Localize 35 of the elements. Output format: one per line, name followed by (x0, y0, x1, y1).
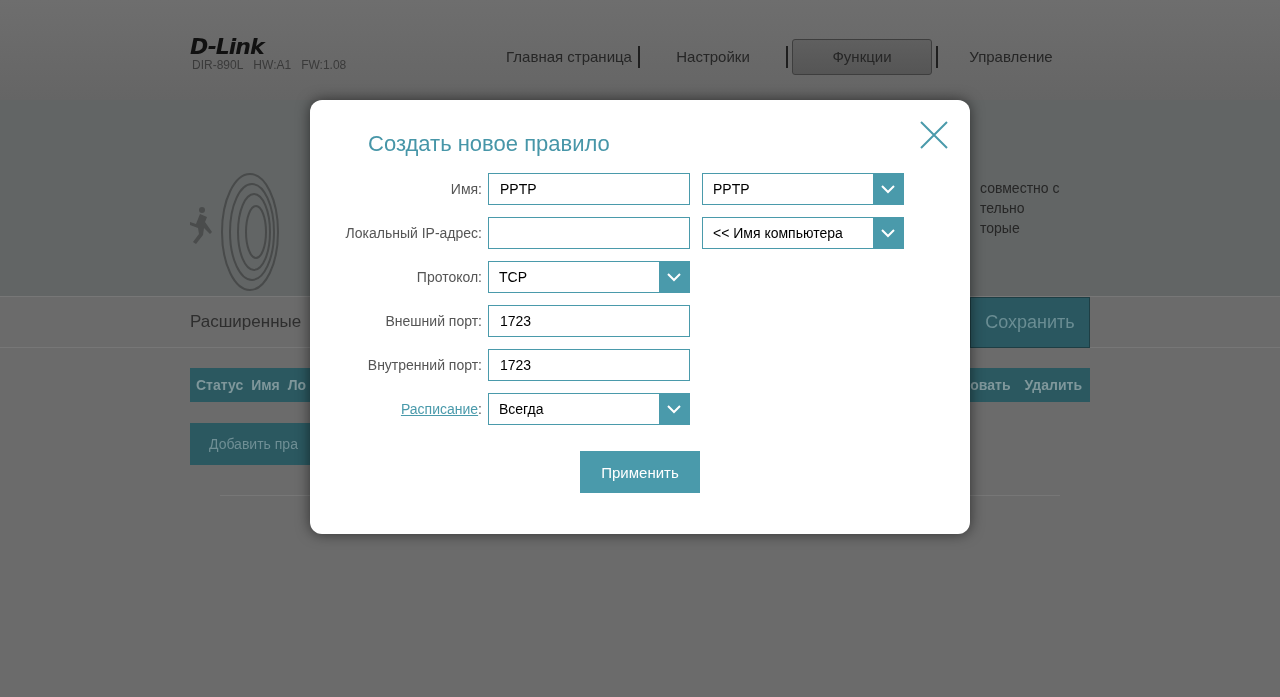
dropdown[interactable]: Всегда (488, 393, 690, 425)
apply-button[interactable]: Применить (580, 451, 700, 493)
column-header: овать (970, 377, 1011, 393)
close-icon[interactable] (920, 121, 948, 149)
nav-tab[interactable]: Управление (942, 40, 1080, 74)
dropdown[interactable]: TCP (488, 261, 690, 293)
field-label: Внутренний порт: (367, 357, 482, 373)
chevron-down-icon (881, 184, 895, 194)
nav-tab[interactable]: Настройки (644, 40, 782, 74)
banner-text: торые (980, 219, 1021, 238)
nav-tab[interactable]: Главная страница (504, 40, 634, 74)
column-header: Имя (251, 377, 280, 393)
banner-text: совместно с (980, 179, 1061, 198)
logo: D-Link (190, 36, 267, 58)
field-label: Имя: (450, 181, 482, 197)
column-header: Статус (196, 377, 244, 393)
field-label: Локальный IP-адрес: (345, 225, 482, 241)
chevron-down-icon (667, 272, 681, 282)
field-label: Протокол: (416, 269, 482, 285)
section-title: Расширенные (190, 312, 302, 332)
input-field[interactable] (488, 217, 690, 249)
input-field[interactable]: 1723 (488, 305, 690, 337)
field-label: Внешний порт: (385, 313, 482, 329)
input-field[interactable]: 1723 (488, 349, 690, 381)
dropdown[interactable]: << Имя компьютера (702, 217, 904, 249)
chevron-down-icon (667, 404, 681, 414)
chevron-down-icon (881, 228, 895, 238)
column-header: Ло (287, 377, 307, 393)
label-colon: : (478, 401, 482, 417)
save-button[interactable]: Сохранить (970, 297, 1090, 348)
dialog-title: Создать новое правило (368, 131, 610, 157)
column-header: Удалить (1024, 377, 1082, 393)
input-field[interactable]: PPTP (488, 173, 690, 205)
banner-text: тельно (980, 199, 1026, 218)
dropdown[interactable]: PPTP (702, 173, 904, 205)
